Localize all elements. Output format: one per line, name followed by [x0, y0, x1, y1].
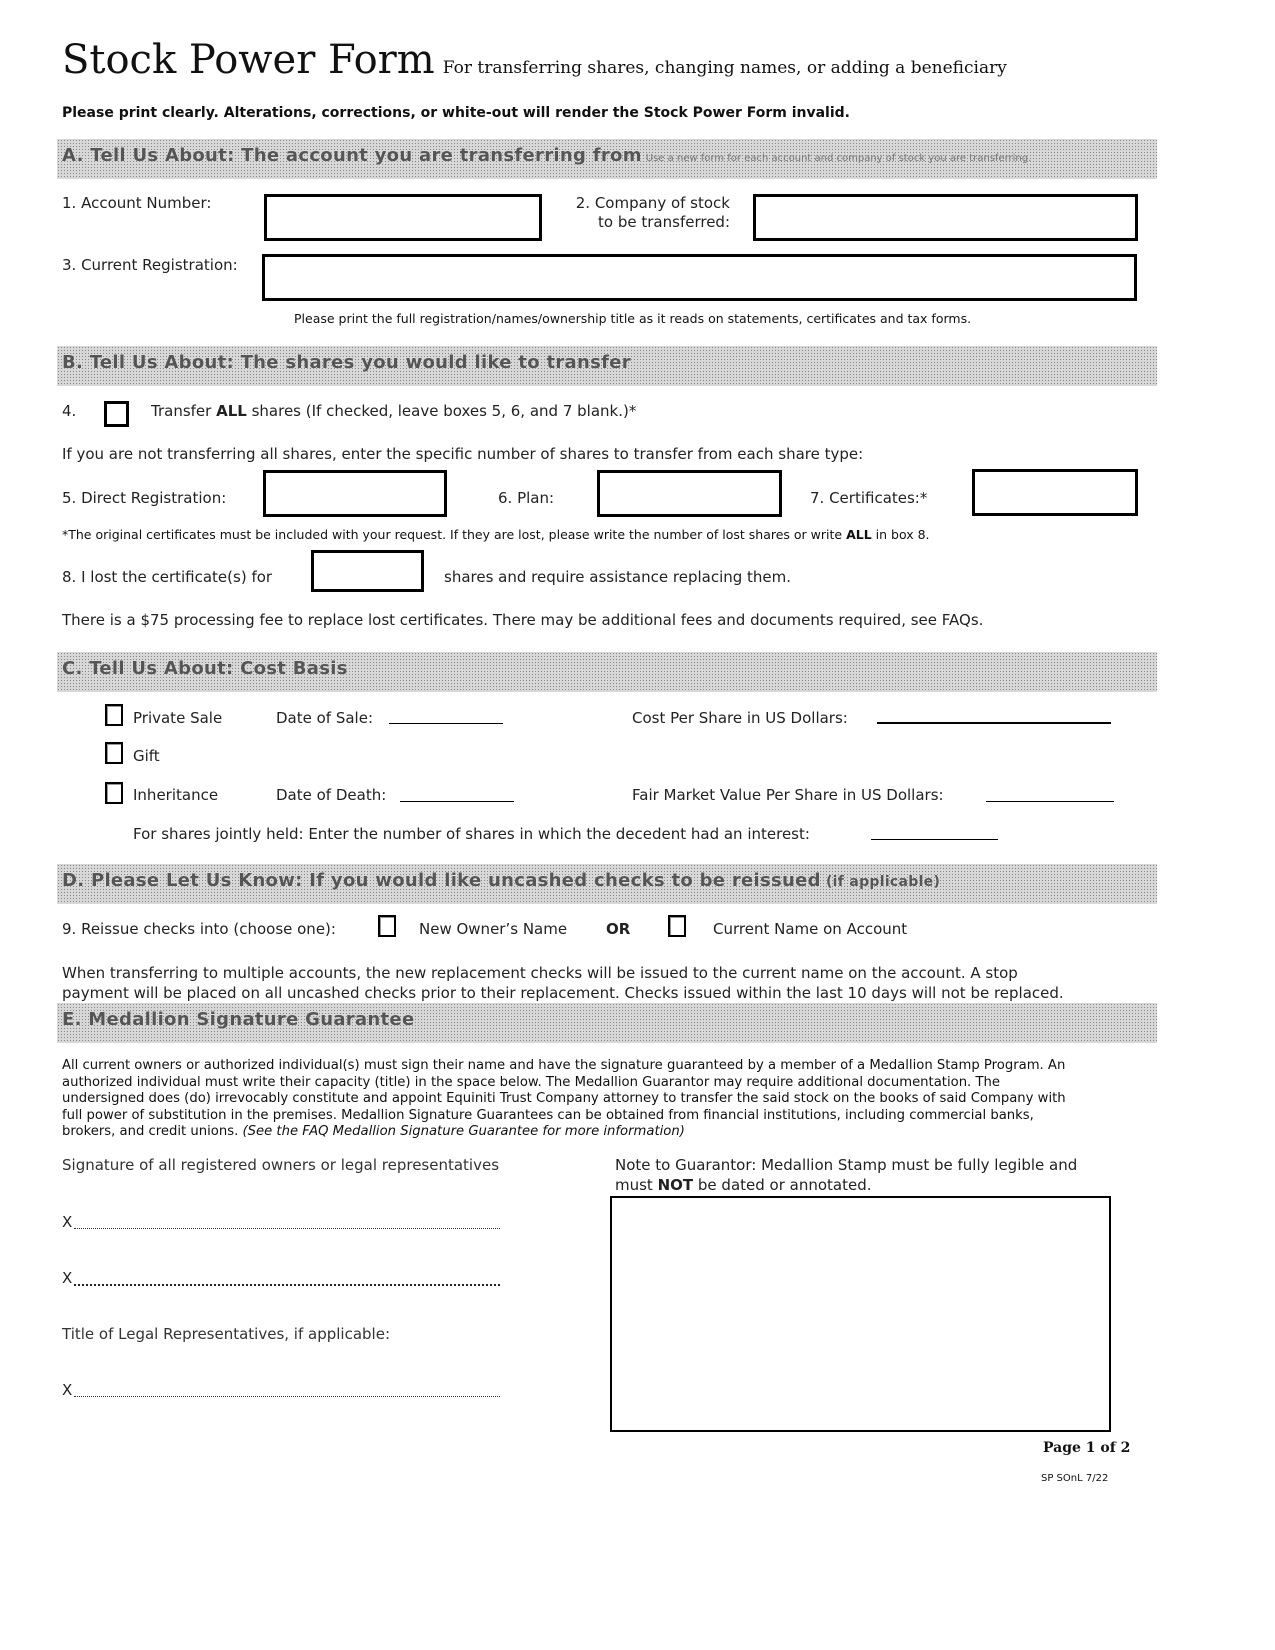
date-of-sale-label: Date of Sale:	[276, 709, 374, 727]
medallion-paragraph: All current owners or authorized individ…	[62, 1058, 1152, 1141]
direct-registration-field[interactable]	[263, 470, 447, 517]
item4-number: 4.	[62, 402, 77, 420]
section-c-title: C. Tell Us About: Cost Basis	[62, 658, 348, 679]
cost-per-share-field[interactable]	[877, 722, 1111, 724]
new-owner-label: New Owner’s Name	[419, 920, 568, 938]
gift-label: Gift	[133, 747, 160, 765]
company-label-line1: 2. Company of stock	[575, 194, 730, 212]
sign-x-1: X	[62, 1213, 73, 1231]
new-owner-checkbox[interactable]	[378, 915, 396, 937]
fmv-field[interactable]	[986, 801, 1114, 802]
guarantor-note-line1: Note to Guarantor: Medallion Stamp must …	[615, 1156, 1078, 1174]
signature-line-1[interactable]	[74, 1228, 500, 1229]
medallion-line: All current owners or authorized individ…	[62, 1058, 1066, 1073]
transfer-all-post: shares (If checked, leave boxes 5, 6, an…	[246, 402, 637, 420]
form-code: SP SOnL 7/22	[1041, 1473, 1109, 1484]
lost-certificates-suffix: shares and require assistance replacing …	[444, 568, 792, 586]
title-label: Title of Legal Representatives, if appli…	[62, 1325, 391, 1343]
guarantor-note-pre: must	[615, 1176, 658, 1194]
direct-registration-label: 5. Direct Registration:	[62, 489, 227, 507]
fee-note: There is a $75 processing fee to replace…	[62, 611, 984, 629]
signature-label: Signature of all registered owners or le…	[62, 1156, 500, 1174]
private-sale-checkbox[interactable]	[105, 704, 123, 726]
current-name-label: Current Name on Account	[713, 920, 908, 938]
lost-certificates-label: 8. I lost the certificate(s) for	[62, 568, 273, 586]
guarantor-note-bold: NOT	[657, 1176, 694, 1194]
certificates-label: 7. Certificates:*	[810, 489, 928, 507]
title-line[interactable]	[74, 1396, 500, 1397]
partial-instruction: If you are not transferring all shares, …	[62, 445, 864, 463]
guarantor-note-line2: must NOT be dated or annotated.	[615, 1175, 1077, 1195]
section-a-note: Use a new form for each account and comp…	[645, 153, 1032, 164]
account-number-label: 1. Account Number:	[62, 194, 212, 212]
section-a-title: A. Tell Us About: The account you are tr…	[62, 145, 642, 166]
current-name-checkbox[interactable]	[668, 915, 686, 937]
page-number: Page 1 of 2	[1043, 1440, 1131, 1456]
private-sale-label: Private Sale	[133, 709, 223, 727]
section-d-header: D. Please Let Us Know: If you would like…	[57, 864, 1157, 904]
company-label-line2: to be transferred:	[598, 213, 730, 231]
sign-x-3: X	[62, 1381, 73, 1399]
company-field[interactable]	[753, 194, 1138, 241]
registration-field[interactable]	[262, 254, 1137, 301]
fmv-label: Fair Market Value Per Share in US Dollar…	[632, 786, 944, 804]
reissue-note-line1: When transferring to multiple accounts, …	[62, 964, 1018, 982]
transfer-all-label: Transfer ALL shares (If checked, leave b…	[151, 402, 636, 420]
form-title-text: Stock Power Form	[62, 37, 435, 83]
cost-per-share-label: Cost Per Share in US Dollars:	[632, 709, 848, 727]
footnote-post: in box 8.	[871, 527, 930, 542]
date-of-death-label: Date of Death:	[276, 786, 387, 804]
section-a-header: A. Tell Us About: The account you are tr…	[57, 139, 1157, 179]
print-warning: Please print clearly. Alterations, corre…	[62, 105, 850, 121]
transfer-all-checkbox[interactable]	[104, 401, 129, 427]
jointly-held-label: For shares jointly held: Enter the numbe…	[133, 825, 810, 843]
or-label: OR	[606, 920, 631, 938]
gift-checkbox[interactable]	[105, 742, 123, 764]
medallion-last-plain: brokers, and credit unions.	[62, 1124, 243, 1139]
footnote-pre: *The original certificates must be inclu…	[62, 527, 847, 542]
jointly-held-field[interactable]	[871, 839, 998, 840]
section-c-header: C. Tell Us About: Cost Basis	[57, 652, 1157, 692]
medallion-line: undersigned does (do) irrevocably consti…	[62, 1091, 1066, 1106]
section-b-header: B. Tell Us About: The shares you would l…	[57, 346, 1157, 386]
registration-help: Please print the full registration/names…	[294, 311, 972, 326]
reissue-note: When transferring to multiple accounts, …	[62, 963, 1064, 1003]
section-b-title: B. Tell Us About: The shares you would l…	[62, 352, 631, 373]
plan-field[interactable]	[597, 470, 782, 517]
section-e-header: E. Medallion Signature Guarantee	[57, 1003, 1157, 1043]
section-d-paren: (if applicable)	[825, 874, 941, 890]
inheritance-checkbox[interactable]	[105, 782, 123, 804]
form-title: Stock Power Form For transferring shares,…	[62, 36, 1007, 92]
certificates-field[interactable]	[972, 469, 1138, 516]
guarantor-note: Note to Guarantor: Medallion Stamp must …	[615, 1155, 1077, 1195]
medallion-line: brokers, and credit unions. (See the FAQ…	[62, 1124, 1152, 1141]
footnote-bold: ALL	[846, 527, 872, 542]
transfer-all-pre: Transfer	[151, 402, 217, 420]
section-d-title: D. Please Let Us Know: If you would like…	[62, 870, 821, 891]
transfer-all-bold: ALL	[216, 402, 247, 420]
medallion-line: authorized individual must write their c…	[62, 1074, 1000, 1090]
section-e-title: E. Medallion Signature Guarantee	[62, 1009, 415, 1030]
inheritance-label: Inheritance	[133, 786, 219, 804]
company-label: 2. Company of stock to be transferred:	[560, 194, 730, 232]
date-of-death-field[interactable]	[400, 801, 514, 802]
medallion-line: full power of substitution in the premis…	[62, 1107, 1034, 1123]
guarantor-note-post: be dated or annotated.	[693, 1176, 872, 1194]
sign-x-2: X	[62, 1269, 73, 1287]
reissue-note-line2: payment will be placed on all uncashed c…	[62, 984, 1064, 1002]
reissue-label: 9. Reissue checks into (choose one):	[62, 920, 336, 938]
registration-label: 3. Current Registration:	[62, 256, 238, 274]
date-of-sale-field[interactable]	[389, 723, 503, 724]
account-number-field[interactable]	[264, 194, 542, 241]
certificates-footnote: *The original certificates must be inclu…	[62, 527, 930, 542]
faq-reference: (See the FAQ Medallion Signature Guarant…	[242, 1124, 685, 1139]
medallion-stamp-box[interactable]	[610, 1196, 1111, 1432]
form-subtitle: For transferring shares, changing names,…	[442, 58, 1007, 78]
plan-label: 6. Plan:	[498, 489, 555, 507]
lost-shares-field[interactable]	[311, 550, 424, 592]
signature-line-2[interactable]	[74, 1284, 500, 1286]
